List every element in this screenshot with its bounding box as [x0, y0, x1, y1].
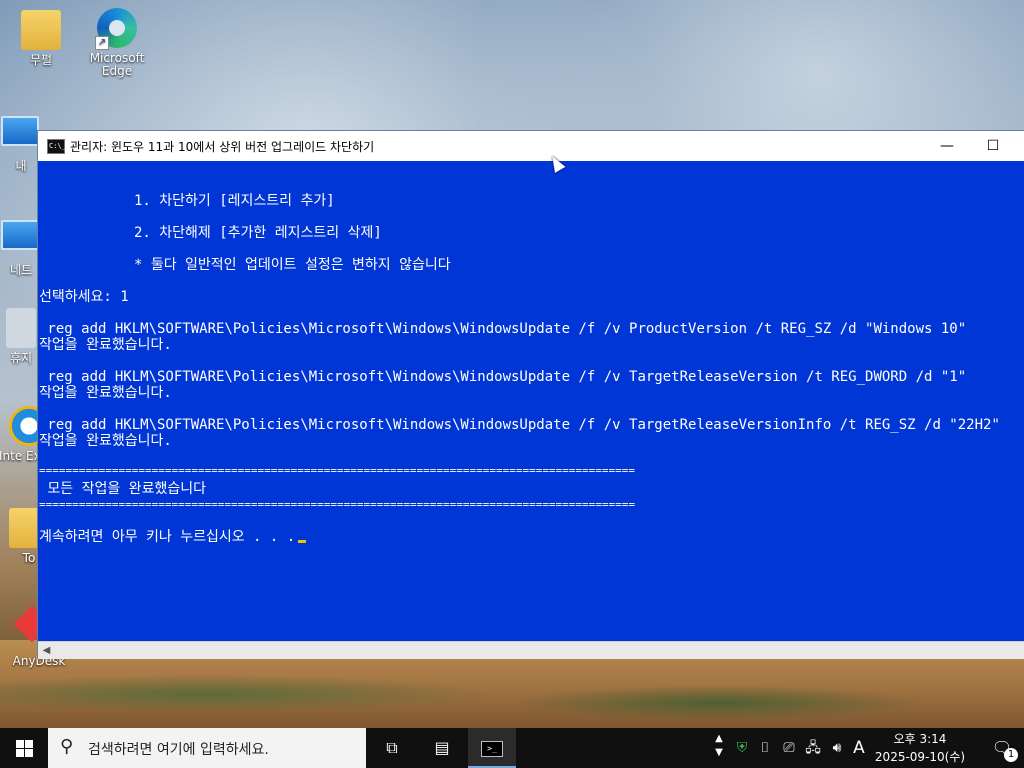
- chevron-up-icon: ▲ ▼: [715, 733, 723, 758]
- input-method-indicator[interactable]: A: [849, 728, 869, 768]
- horizontal-scrollbar[interactable]: ◀: [38, 641, 1024, 659]
- desktop-icon-label: 무펄: [29, 53, 53, 67]
- command-line: reg add HKLM\SOFTWARE\Policies\Microsoft…: [39, 417, 1000, 433]
- taskbar-search-box[interactable]: ⚲ 검색하려면 여기에 입력하세요.: [48, 728, 366, 768]
- menu-option-unblock: 2. 차단해제 [추가한 레지스트리 삭제]: [134, 225, 382, 241]
- command-line: reg add HKLM\SOFTWARE\Policies\Microsoft…: [39, 321, 967, 337]
- minimize-button[interactable]: —: [924, 131, 970, 161]
- console-output[interactable]: 1. 차단하기 [레지스트리 추가] 2. 차단해제 [추가한 레지스트리 삭제…: [38, 161, 1024, 641]
- console-window[interactable]: C:\_ 관리자: 윈도우 11과 10에서 상위 버전 업그레이드 차단하기 …: [38, 131, 1024, 659]
- network-icon: 🖧: [805, 740, 821, 756]
- desktop-icon-label: To: [22, 551, 36, 565]
- taskbar: ⚲ 검색하려면 여기에 입력하세요. ⧉ ▤ >_ ▲ ▼ ⛨ ⌷ ⎚ 🖧 🔊︎ …: [0, 728, 1024, 768]
- desktop-icon-edge[interactable]: Microsoft Edge: [82, 8, 152, 78]
- network-tray-icon[interactable]: 🖧: [802, 728, 824, 768]
- recycle-bin-icon: [6, 308, 36, 348]
- scroll-left-icon[interactable]: ◀: [38, 642, 55, 659]
- press-any-key-prompt: 계속하려면 아무 키나 누르십시오 . . .: [39, 529, 307, 545]
- desktop-icon-label: 내: [15, 159, 27, 173]
- toolbox-icon: ▤: [434, 738, 450, 757]
- task-view-icon: ⧉: [386, 738, 398, 757]
- meet-now-tray-icon[interactable]: ⎚: [778, 728, 800, 768]
- menu-note: * 둘다 일반적인 업데이트 설정은 변하지 않습니다: [134, 257, 451, 273]
- taskbar-app-tools[interactable]: ▤: [418, 728, 466, 768]
- selection-prompt: 선택하세요: 1: [39, 289, 129, 305]
- press-any-key-text: 계속하려면 아무 키나 누르십시오 . . .: [39, 529, 296, 545]
- command-prompt-icon: C:\_: [47, 139, 66, 154]
- folder-icon: [21, 10, 61, 50]
- separator-line: ========================================…: [39, 498, 636, 511]
- all-done-message: 모든 작업을 완료했습니다: [39, 481, 206, 497]
- clock-time: 오후 3:14: [893, 732, 947, 746]
- maximize-button[interactable]: ☐: [970, 131, 1016, 161]
- command-result: 작업을 완료했습니다.: [39, 385, 172, 401]
- volume-tray-icon[interactable]: 🔊︎: [826, 728, 848, 768]
- notification-count-badge: 1: [1004, 748, 1018, 762]
- usb-icon: ⌷: [760, 740, 770, 756]
- console-title-bar[interactable]: C:\_ 관리자: 윈도우 11과 10에서 상위 버전 업그레이드 차단하기 …: [38, 131, 1024, 161]
- taskbar-app-command-prompt[interactable]: >_: [468, 728, 516, 768]
- start-button[interactable]: [0, 728, 48, 768]
- show-hidden-icons-button[interactable]: ▲ ▼: [710, 728, 728, 768]
- text-cursor: [298, 540, 307, 543]
- security-tray-icon[interactable]: ⛨: [732, 728, 752, 768]
- desktop-icon-user-folder[interactable]: 무펄: [6, 10, 76, 67]
- windows-logo-icon: [16, 740, 24, 748]
- menu-option-block: 1. 차단하기 [레지스트리 추가]: [134, 193, 335, 209]
- usb-tray-icon[interactable]: ⌷: [755, 728, 775, 768]
- action-center-button[interactable]: 🗨︎ 1: [980, 728, 1024, 768]
- search-placeholder: 검색하려면 여기에 입력하세요.: [88, 742, 269, 758]
- command-result: 작업을 완료했습니다.: [39, 337, 172, 353]
- camera-icon: ⎚: [783, 740, 795, 756]
- speaker-icon: 🔊︎: [832, 740, 842, 756]
- command-line: reg add HKLM\SOFTWARE\Policies\Microsoft…: [39, 369, 967, 385]
- desktop-icon-label: 네트: [9, 263, 33, 277]
- taskbar-clock[interactable]: 오후 3:14 2025-09-10(수): [870, 730, 970, 766]
- desktop-icon-label: Microsoft Edge: [89, 51, 145, 78]
- network-icon: [1, 220, 39, 250]
- maximize-icon: ☐: [986, 138, 1000, 154]
- separator-line: ========================================…: [39, 464, 636, 477]
- search-icon: ⚲: [60, 736, 74, 757]
- shield-icon: ⛨: [736, 740, 748, 756]
- desktop: 무펄 Microsoft Edge 내 네트 휴지 Inte Explo To …: [0, 0, 1024, 728]
- computer-icon: [1, 116, 39, 146]
- console-window-title: 관리자: 윈도우 11과 10에서 상위 버전 업그레이드 차단하기: [70, 140, 375, 154]
- minimize-icon: —: [940, 138, 954, 154]
- command-prompt-icon: >_: [481, 740, 503, 757]
- command-result: 작업을 완료했습니다.: [39, 433, 172, 449]
- desktop-icon-label: 휴지: [9, 351, 33, 365]
- task-view-button[interactable]: ⧉: [368, 728, 416, 768]
- edge-icon: [95, 8, 137, 50]
- clock-date: 2025-09-10(수): [874, 750, 966, 764]
